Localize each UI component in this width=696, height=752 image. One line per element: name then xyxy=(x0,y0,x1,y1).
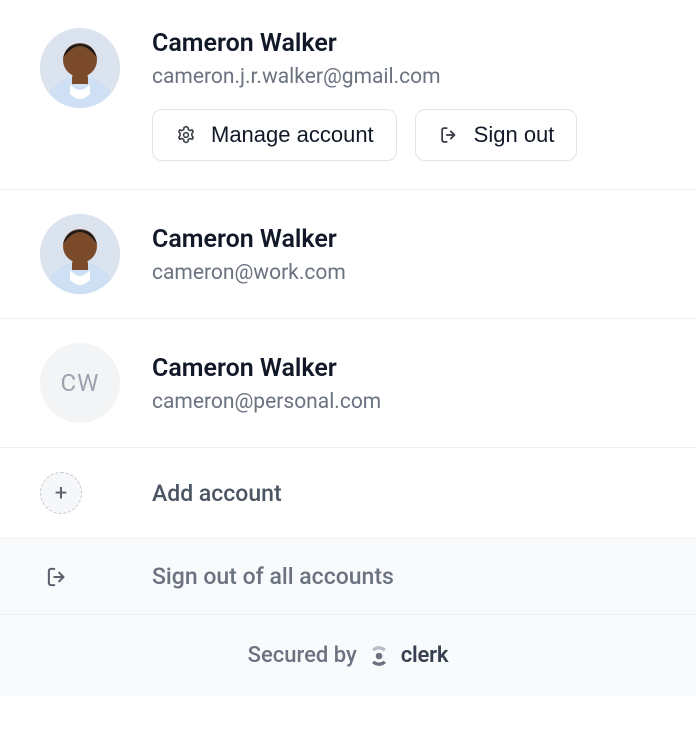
add-account-label: Add account xyxy=(152,480,656,507)
sign-out-button[interactable]: Sign out xyxy=(415,109,578,161)
account-info: Cameron Walker cameron@personal.com xyxy=(152,353,656,414)
avatar-column xyxy=(40,214,152,294)
sign-out-all-label-wrap: Sign out of all accounts xyxy=(152,563,656,590)
add-account-label-wrap: Add account xyxy=(152,480,656,507)
active-account-email: cameron.j.r.walker@gmail.com xyxy=(152,65,656,89)
sign-out-label: Sign out xyxy=(474,122,555,148)
active-account-name: Cameron Walker xyxy=(152,28,656,59)
sign-out-all-label: Sign out of all accounts xyxy=(152,563,656,590)
clerk-logo-icon xyxy=(367,644,391,668)
other-account-row[interactable]: Cameron Walker cameron@work.com xyxy=(0,190,696,319)
icon-column: + xyxy=(40,472,152,514)
account-name: Cameron Walker xyxy=(152,353,656,384)
manage-account-label: Manage account xyxy=(211,122,374,148)
active-account-actions: Manage account Sign out xyxy=(152,109,656,161)
account-switcher-panel: Cameron Walker cameron.j.r.walker@gmail.… xyxy=(0,0,696,696)
gear-icon xyxy=(175,124,197,146)
other-account-row[interactable]: CW Cameron Walker cameron@personal.com xyxy=(0,319,696,448)
icon-column xyxy=(40,564,152,590)
secured-by-text: Secured by xyxy=(248,643,357,668)
account-avatar xyxy=(40,214,120,294)
avatar-column: CW xyxy=(40,343,152,423)
manage-account-button[interactable]: Manage account xyxy=(152,109,397,161)
account-avatar-initials: CW xyxy=(40,343,120,423)
active-account-avatar xyxy=(40,28,120,108)
sign-out-all-row[interactable]: Sign out of all accounts xyxy=(0,539,696,615)
account-email: cameron@work.com xyxy=(152,261,656,285)
add-account-row[interactable]: + Add account xyxy=(0,448,696,539)
sign-out-icon xyxy=(438,124,460,146)
clerk-wordmark: clerk xyxy=(401,643,449,668)
account-email: cameron@personal.com xyxy=(152,390,656,414)
avatar-column xyxy=(40,28,152,108)
account-name: Cameron Walker xyxy=(152,224,656,255)
account-info: Cameron Walker cameron@work.com xyxy=(152,224,656,285)
brand-footer: Secured by clerk xyxy=(0,615,696,696)
active-account-info: Cameron Walker cameron.j.r.walker@gmail.… xyxy=(152,28,656,161)
sign-out-icon xyxy=(44,564,70,590)
active-account-section: Cameron Walker cameron.j.r.walker@gmail.… xyxy=(0,0,696,190)
plus-icon: + xyxy=(40,472,82,514)
